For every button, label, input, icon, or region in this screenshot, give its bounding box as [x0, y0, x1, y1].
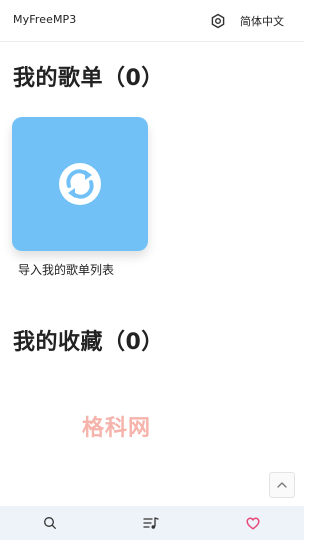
music-list-icon	[143, 517, 159, 529]
sync-arrows-icon	[59, 163, 101, 205]
import-playlist-card[interactable]	[12, 117, 148, 251]
playlists-title: 我的歌单（0）	[13, 66, 164, 91]
settings-icon	[211, 13, 225, 29]
app-title: MyFreeMP3	[13, 13, 77, 26]
scroll-to-top-button[interactable]	[269, 472, 295, 498]
chevron-up-icon	[277, 482, 287, 488]
nav-search-tab[interactable]	[42, 515, 58, 531]
search-icon	[44, 517, 56, 529]
watermark: 格科网	[82, 416, 152, 441]
bottom-nav	[0, 506, 304, 540]
import-playlist-label[interactable]: 导入我的歌单列表	[18, 261, 114, 278]
nav-playlist-tab[interactable]	[143, 515, 159, 531]
nav-favorite-tab[interactable]	[245, 515, 261, 531]
settings-button[interactable]	[208, 11, 228, 31]
heart-icon	[246, 517, 260, 530]
favorites-title: 我的收藏（0）	[13, 330, 164, 355]
language-selector[interactable]: 简体中文	[240, 13, 284, 29]
top-bar: MyFreeMP3 简体中文	[0, 0, 304, 42]
